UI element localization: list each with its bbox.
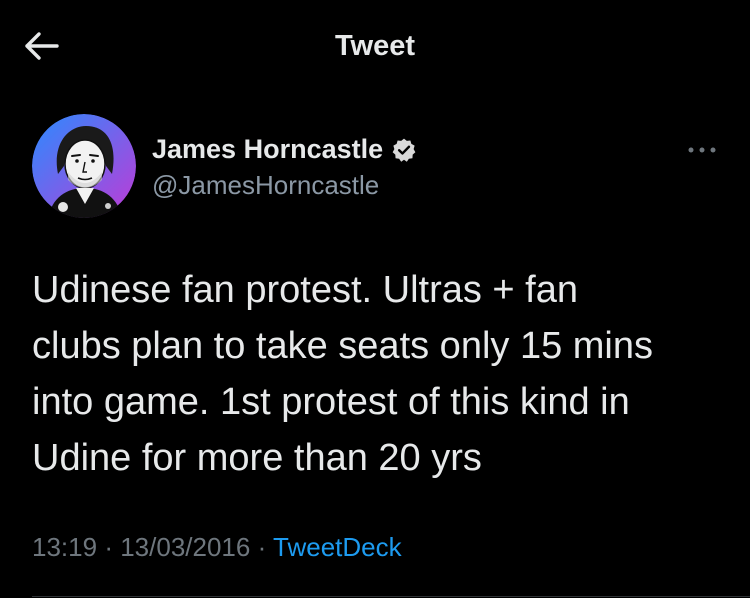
tweet-date[interactable]: 13/03/2016 bbox=[120, 532, 250, 562]
tweet-time[interactable]: 13:19 bbox=[32, 532, 97, 562]
avatar[interactable] bbox=[32, 114, 136, 218]
tweet-text: Udinese fan protest. Ultras + fan clubs … bbox=[32, 262, 732, 486]
top-bar: Tweet bbox=[0, 0, 750, 95]
verified-badge-icon bbox=[392, 138, 416, 162]
author-handle[interactable]: @JamesHorncastle bbox=[152, 170, 379, 201]
tweet-text-line: clubs plan to take seats only 15 mins bbox=[32, 325, 654, 367]
tweet-author: James Horncastle @JamesHorncastle bbox=[32, 114, 722, 224]
tweet-metadata: 13:19 · 13/03/2016 · TweetDeck bbox=[32, 532, 402, 563]
more-horizontal-icon bbox=[688, 147, 716, 153]
author-display-name: James Horncastle bbox=[152, 134, 384, 164]
divider bbox=[32, 596, 750, 597]
meta-separator: · bbox=[104, 532, 113, 562]
meta-separator: · bbox=[257, 532, 267, 562]
tweet-source-link[interactable]: TweetDeck bbox=[273, 532, 402, 562]
author-name-row[interactable]: James Horncastle bbox=[152, 134, 417, 165]
more-options-button[interactable] bbox=[682, 138, 722, 162]
tweet-text-line: into game. 1st protest of this kind in bbox=[32, 381, 630, 423]
tweet-text-line: Udinese fan protest. Ultras + fan bbox=[32, 269, 579, 311]
tweet-text-line: Udine for more than 20 yrs bbox=[32, 437, 482, 479]
page-title: Tweet bbox=[334, 30, 416, 62]
